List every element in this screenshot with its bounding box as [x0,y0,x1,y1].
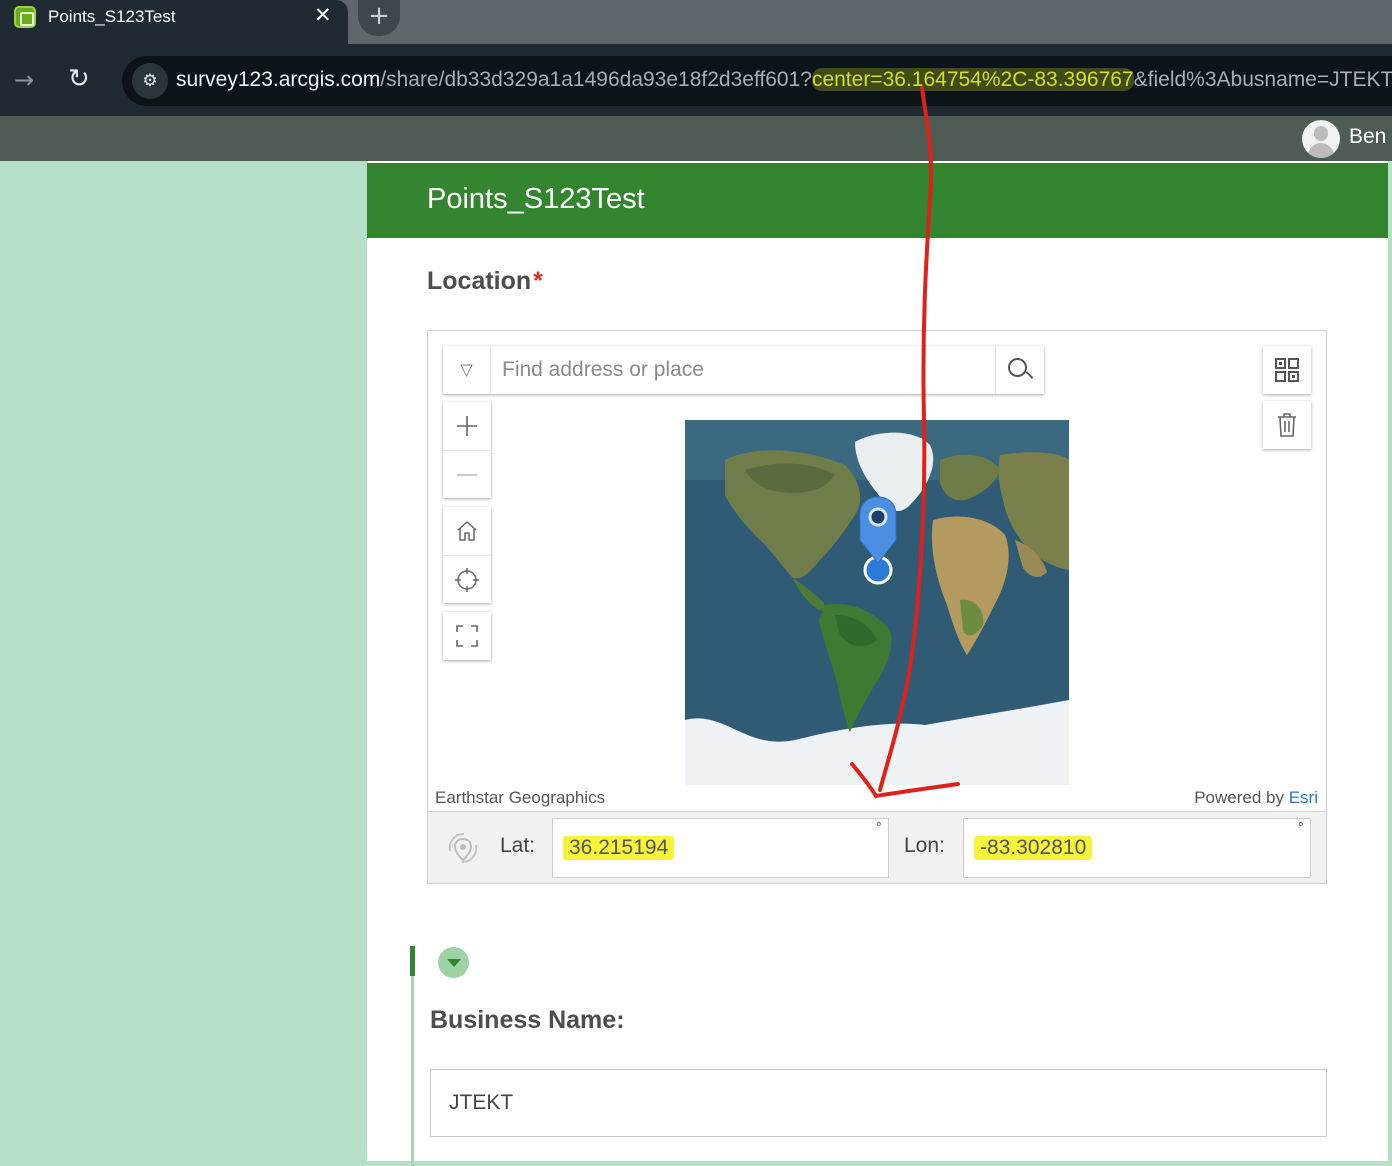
latitude-input[interactable]: 36.215194 ° [552,818,889,878]
form-header: Points_S123Test [367,163,1388,238]
reload-icon[interactable]: ↻ [68,64,90,94]
search-icon[interactable] [995,346,1044,394]
user-bar: Ben [0,116,1392,161]
esri-link[interactable]: Esri [1289,788,1318,807]
zoom-controls [443,402,491,498]
fullscreen-icon[interactable] [443,612,491,660]
form-title: Points_S123Test [427,183,645,215]
longitude-label: Lon: [904,834,945,857]
navigation-controls [443,507,491,603]
new-tab-button[interactable]: + [358,0,400,36]
address-search-input[interactable] [492,346,995,394]
longitude-value: -83.302810 [974,836,1093,860]
forward-arrow-icon[interactable]: → [14,66,34,94]
locate-icon[interactable] [443,555,491,603]
trash-icon[interactable] [1263,401,1311,449]
zoom-out-icon[interactable] [443,450,491,498]
required-marker: * [533,267,543,295]
longitude-input[interactable]: -83.302810 ° [963,818,1311,878]
powered-by-text: Powered by Esri [1194,788,1318,808]
business-name-label: Business Name: [430,1006,625,1034]
url-text[interactable]: survey123.arcgis.com/share/db33d329a1a14… [176,68,1392,92]
location-pin-icon[interactable] [856,495,900,585]
basemap-graphic [685,420,1069,785]
user-name[interactable]: Ben [1349,125,1386,149]
map-attribution: Earthstar Geographics [435,788,606,807]
url-host: survey123.arcgis.com [176,68,381,91]
geolocation-icon[interactable] [444,829,482,867]
powered-by-prefix: Powered by [1194,788,1289,807]
url-center-param: center=36.164754%2C-83.396767 [811,68,1134,91]
url-field-param: &field%3Abusname=JTEKT [1133,68,1392,91]
browser-toolbar: → ↻ ⚙ survey123.arcgis.com/share/db33d32… [0,44,1392,116]
group-indicator [410,946,415,976]
tab-title: Points_S123Test [48,7,176,26]
url-path: /share/db33d329a1a1496da93e18f2d3eff601? [380,68,812,91]
latitude-value: 36.215194 [563,836,675,860]
site-settings-icon[interactable]: ⚙ [132,63,168,99]
world-basemap[interactable] [685,420,1069,785]
zoom-in-icon[interactable] [443,402,491,450]
survey-form: Points_S123Test Location* ▽ Find address… [367,161,1388,1166]
group-collapse-toggle-icon[interactable] [438,947,469,978]
degree-symbol: ° [875,821,883,836]
location-label-text: Location [427,267,532,295]
group-indicator-line [411,976,414,1166]
coordinate-bar: Lat: 36.215194 ° Lon: -83.302810 ° [428,811,1326,883]
latitude-label: Lat: [500,834,536,857]
tab-close-icon[interactable]: ✕ [314,3,332,27]
home-icon[interactable] [443,507,491,555]
fullscreen-control [443,612,491,660]
business-name-input[interactable] [430,1069,1327,1137]
degree-symbol: ° [1297,821,1305,836]
geopoint-map[interactable]: ▽ Find address or place Earthstar Geogra… [427,330,1327,884]
search-source-dropdown-icon[interactable]: ▽ [443,346,491,394]
survey123-favicon-icon [14,6,36,28]
address-bar[interactable]: ⚙ survey123.arcgis.com/share/db33d329a1a… [122,56,1392,106]
qr-code-icon[interactable] [1263,346,1311,394]
address-search: ▽ [443,346,1044,394]
user-avatar[interactable] [1302,120,1340,158]
browser-tab[interactable]: Points_S123Test ✕ [0,0,348,44]
location-question-label: Location* [427,267,543,296]
